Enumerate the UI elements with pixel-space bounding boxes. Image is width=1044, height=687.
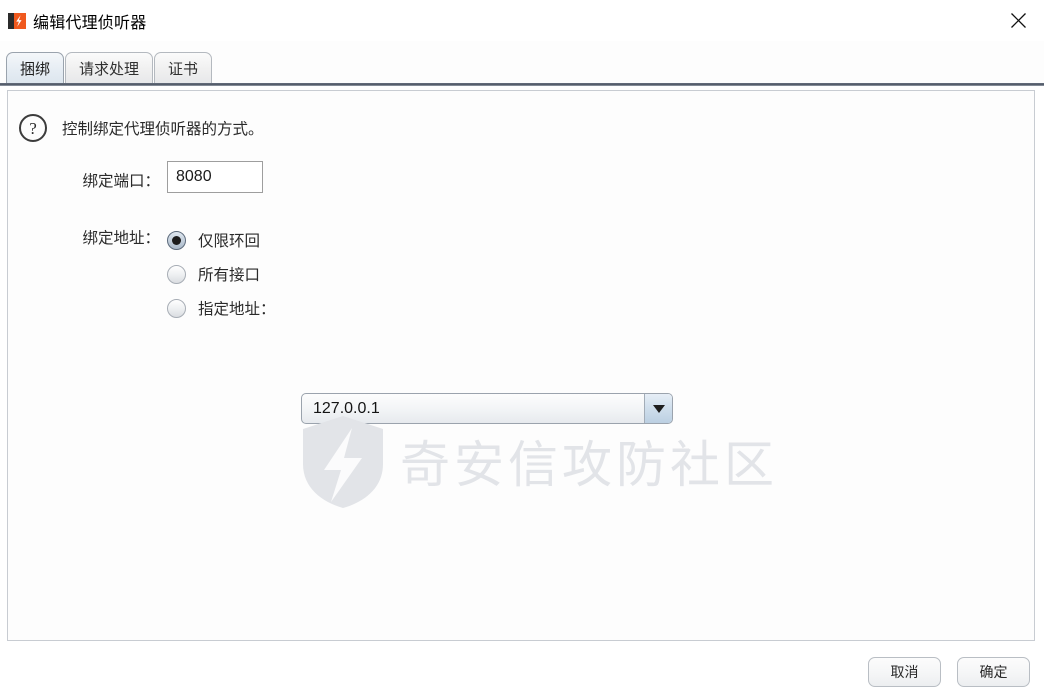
close-button[interactable] <box>992 0 1044 41</box>
radio-loopback-only-label: 仅限环回 <box>198 233 261 250</box>
radio-loopback-only-indicator[interactable] <box>167 230 186 250</box>
shield-lightning-icon <box>300 414 386 515</box>
chevron-down-icon[interactable] <box>644 394 672 423</box>
radio-all-interfaces[interactable]: 所有接口 <box>167 257 276 291</box>
radio-specific-address-label: 指定地址： <box>198 301 276 318</box>
radio-all-interfaces-indicator[interactable] <box>167 264 186 284</box>
radio-loopback-only[interactable]: 仅限环回 <box>167 223 276 257</box>
tab-strip: 捆绑 请求处理 证书 <box>0 41 1044 86</box>
bind-address-radio-group: 仅限环回 所有接口 指定地址： <box>167 223 276 325</box>
burp-suite-logo-icon <box>8 12 26 30</box>
radio-specific-address[interactable]: 指定地址： <box>167 291 276 325</box>
tab-request-handling-label: 请求处理 <box>79 60 140 78</box>
radio-specific-address-indicator[interactable] <box>167 298 186 318</box>
tab-certificate[interactable]: 证书 <box>154 52 213 83</box>
window-title: 编辑代理侦听器 <box>33 14 147 32</box>
tab-request-handling[interactable]: 请求处理 <box>65 52 154 83</box>
tab-certificate-label: 证书 <box>168 60 199 78</box>
bind-port-label: 绑定端口： <box>82 173 160 190</box>
bind-address-label: 绑定地址： <box>82 230 160 247</box>
question-mark-icon: ? <box>19 114 47 142</box>
help-text: 控制绑定代理侦听器的方式。 <box>62 121 264 138</box>
tab-binding-label: 捆绑 <box>20 60 51 78</box>
tab-list: 捆绑 请求处理 证书 <box>6 52 213 83</box>
close-icon <box>1010 13 1026 28</box>
ok-button-label: 确定 <box>979 664 1008 680</box>
help-row: ? 控制绑定代理侦听器的方式。 <box>19 114 264 142</box>
cancel-button-label: 取消 <box>890 664 919 680</box>
bind-port-input[interactable] <box>167 161 263 193</box>
watermark-text: 奇安信攻防社区 <box>400 436 778 493</box>
tab-underline-divider <box>0 83 1044 86</box>
specific-address-value: 127.0.0.1 <box>313 399 380 417</box>
watermark: 奇安信攻防社区 <box>300 414 778 515</box>
cancel-button[interactable]: 取消 <box>868 657 941 687</box>
specific-address-combobox[interactable]: 127.0.0.1 <box>301 393 673 424</box>
dialog-button-row: 取消 确定 <box>868 657 1030 687</box>
ok-button[interactable]: 确定 <box>957 657 1030 687</box>
tab-binding[interactable]: 捆绑 <box>6 52 65 83</box>
radio-all-interfaces-label: 所有接口 <box>198 267 261 284</box>
title-bar: 编辑代理侦听器 <box>0 0 1044 41</box>
content-panel: ? 控制绑定代理侦听器的方式。 绑定端口： 绑定地址： 仅限环回 所有接口 指定… <box>7 90 1035 641</box>
